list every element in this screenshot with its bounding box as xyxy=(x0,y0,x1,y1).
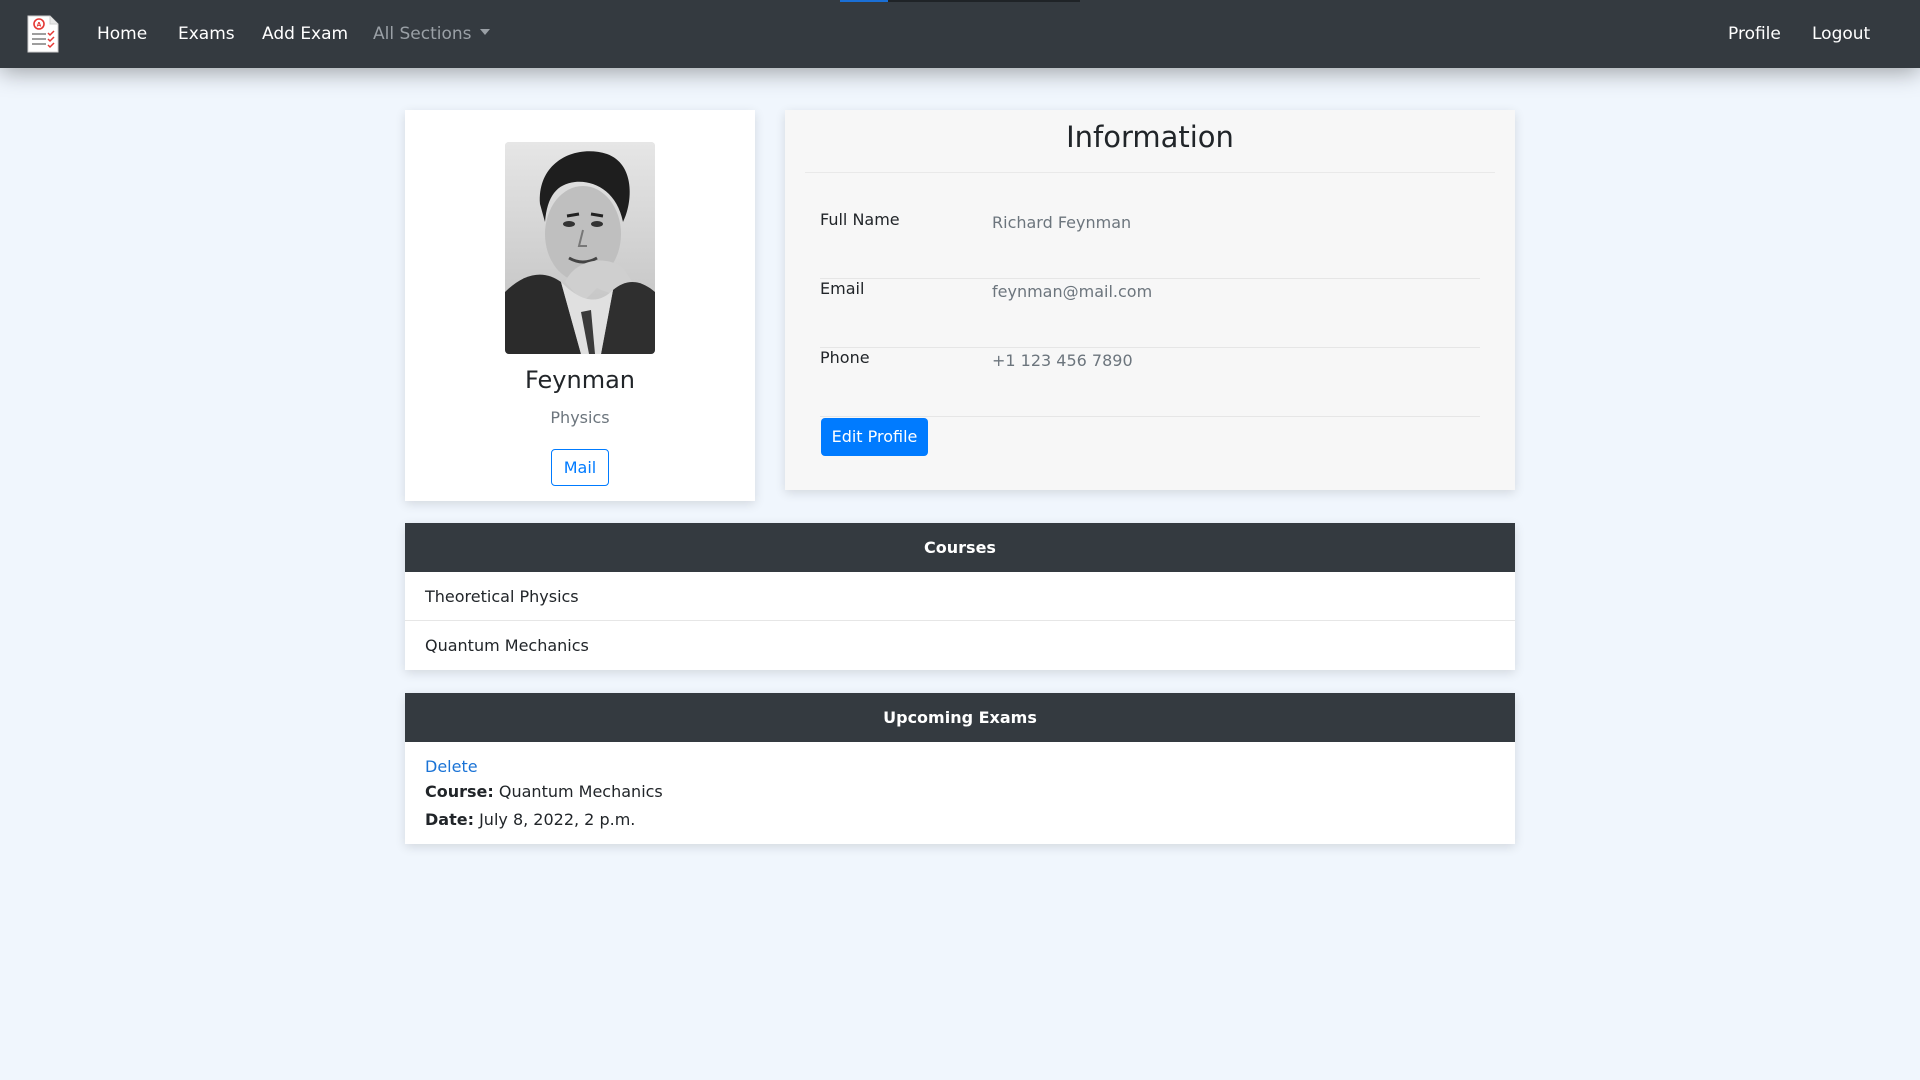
top-navbar: A Home Exams Add Exam All Sections Profi… xyxy=(0,0,1920,68)
exam-date: July 8, 2022, 2 p.m. xyxy=(479,810,636,829)
portrait-photo xyxy=(505,142,655,354)
exam-checklist-icon[interactable]: A xyxy=(26,14,60,54)
info-row-email: Email feynman@mail.com xyxy=(820,279,1480,348)
all-sections-label: All Sections xyxy=(373,24,472,44)
nav-all-sections-dropdown[interactable]: All Sections xyxy=(373,22,490,46)
profile-name: Feynman xyxy=(525,366,635,394)
nav-logout-link[interactable]: Logout xyxy=(1812,22,1870,46)
nav-profile-link[interactable]: Profile xyxy=(1728,22,1781,46)
nav-home-link[interactable]: Home xyxy=(97,22,147,46)
exam-date-line: Date: July 8, 2022, 2 p.m. xyxy=(425,806,1495,834)
exam-course: Quantum Mechanics xyxy=(498,782,663,801)
divider xyxy=(805,172,1495,173)
list-item: Quantum Mechanics xyxy=(425,636,589,655)
caret-down-icon xyxy=(479,29,490,35)
courses-header: Courses xyxy=(405,523,1515,572)
nav-exams-link[interactable]: Exams xyxy=(178,22,235,46)
info-row-full-name: Full Name Richard Feynman xyxy=(820,210,1480,279)
information-title: Information xyxy=(1066,120,1234,154)
divider xyxy=(820,416,1480,417)
svg-text:A: A xyxy=(37,22,42,29)
date-field-label: Date: xyxy=(425,810,474,829)
info-label: Phone xyxy=(820,348,870,367)
progress-fill xyxy=(840,0,888,2)
exam-course-line: Course: Quantum Mechanics xyxy=(425,778,1495,806)
upcoming-exams-section: Upcoming Exams Delete Course: Quantum Me… xyxy=(405,693,1515,844)
mail-button[interactable]: Mail xyxy=(551,449,609,486)
info-value: +1 123 456 7890 xyxy=(992,351,1133,370)
nav-add-exam-link[interactable]: Add Exam xyxy=(262,22,348,46)
profile-subject: Physics xyxy=(550,408,610,427)
upcoming-exams-header: Upcoming Exams xyxy=(405,693,1515,742)
course-field-label: Course: xyxy=(425,782,494,801)
courses-section: Courses Theoretical Physics Quantum Mech… xyxy=(405,523,1515,670)
info-row-phone: Phone +1 123 456 7890 xyxy=(820,348,1480,417)
info-value: Richard Feynman xyxy=(992,213,1132,232)
information-card: Information Full Name Richard Feynman Em… xyxy=(785,110,1515,490)
edit-profile-button[interactable]: Edit Profile xyxy=(821,418,928,456)
profile-card: Feynman Physics Mail xyxy=(405,110,755,501)
delete-exam-link[interactable]: Delete xyxy=(425,756,1495,778)
list-item: Theoretical Physics xyxy=(405,572,1515,621)
info-label: Full Name xyxy=(820,210,900,229)
page-load-progress-bar xyxy=(840,0,1080,2)
info-label: Email xyxy=(820,279,865,298)
exam-item: Delete Course: Quantum Mechanics Date: J… xyxy=(405,742,1515,844)
info-value: feynman@mail.com xyxy=(992,282,1153,301)
